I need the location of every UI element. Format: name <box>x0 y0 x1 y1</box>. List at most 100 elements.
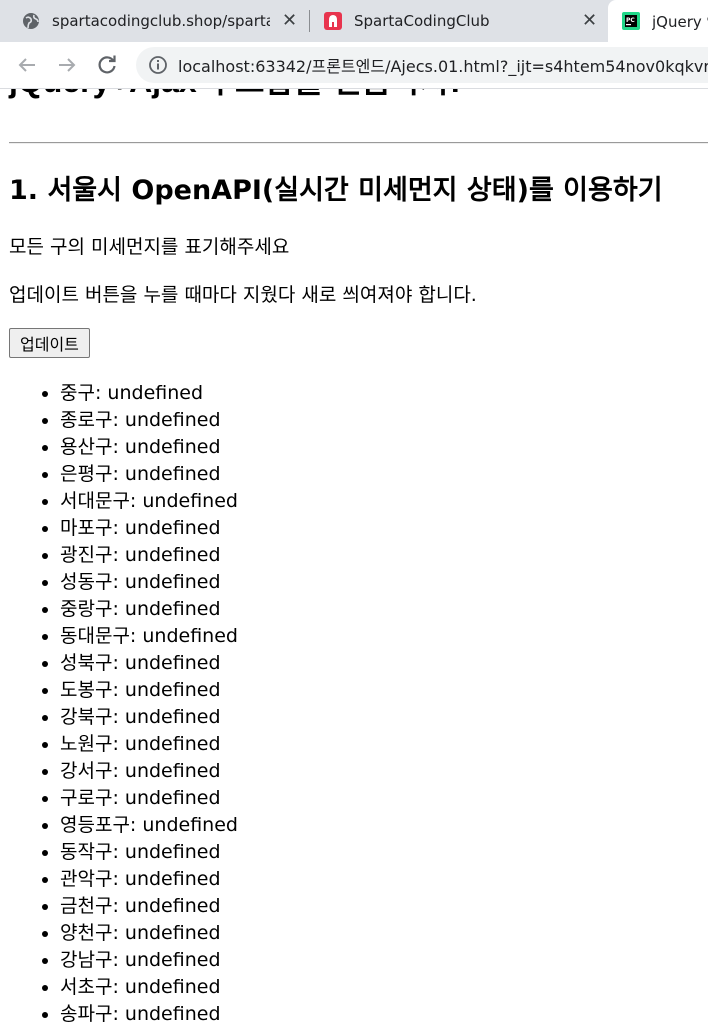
url-text: localhost:63342/프론트엔드/Ajecs.01.html?_ijt… <box>178 57 708 76</box>
district-value: undefined <box>124 409 221 431</box>
list-item: 노원구: undefined <box>60 731 238 758</box>
update-button[interactable]: 업데이트 <box>9 328 90 358</box>
site-info-icon[interactable] <box>148 55 168 75</box>
district-name: 성동구 <box>60 571 113 593</box>
list-item: 구로구: undefined <box>60 785 238 812</box>
district-name: 서초구 <box>60 976 113 998</box>
page-title: jQuery+Ajax의 조합을 연습하자! <box>9 89 461 101</box>
list-item: 영등포구: undefined <box>60 812 238 839</box>
district-name: 노원구 <box>60 733 113 755</box>
list-item: 중랑구: undefined <box>60 596 238 623</box>
district-name: 종로구 <box>60 409 113 431</box>
district-name: 강남구 <box>60 949 113 971</box>
tab-close-button[interactable]: ✕ <box>282 12 297 30</box>
tab-close-button[interactable]: ✕ <box>582 12 597 30</box>
tab-title: SpartaCodingClub <box>354 12 490 30</box>
forward-arrow-icon[interactable] <box>55 53 79 77</box>
list-item: 강서구: undefined <box>60 758 238 785</box>
district-value: undefined <box>124 760 221 782</box>
list-item: 관악구: undefined <box>60 866 238 893</box>
district-name: 금천구 <box>60 895 113 917</box>
district-value: undefined <box>142 814 238 836</box>
district-name: 은평구 <box>60 463 113 485</box>
district-value: undefined <box>124 895 221 917</box>
district-name: 용산구 <box>60 436 113 458</box>
district-value: undefined <box>124 949 221 971</box>
page-viewport: jQuery+Ajax의 조합을 연습하자! 1. 서울시 OpenAPI(실시… <box>0 89 708 1026</box>
tab-jquery-practice[interactable]: PC jQuery 연습 <box>608 0 708 42</box>
list-item: 성북구: undefined <box>60 650 238 677</box>
district-value: undefined <box>124 652 221 674</box>
list-item: 송파구: undefined <box>60 1001 238 1026</box>
district-value: undefined <box>124 868 221 890</box>
list-item: 동작구: undefined <box>60 839 238 866</box>
district-name: 성북구 <box>60 652 113 674</box>
tab-sparta-coding-club[interactable]: SpartaCodingClub ✕ <box>324 0 600 42</box>
list-item: 서초구: undefined <box>60 974 238 1001</box>
list-item: 강남구: undefined <box>60 947 238 974</box>
district-value: undefined <box>124 1003 221 1025</box>
district-name: 영등포구 <box>60 814 130 836</box>
address-bar[interactable]: localhost:63342/프론트엔드/Ajecs.01.html?_ijt… <box>136 47 708 83</box>
instruction-text: 모든 구의 미세먼지를 표기해주세요 <box>9 236 290 258</box>
district-value: undefined <box>124 436 221 458</box>
district-name: 송파구 <box>60 1003 113 1025</box>
section-title: 1. 서울시 OpenAPI(실시간 미세먼지 상태)를 이용하기 <box>9 175 663 206</box>
district-value: undefined <box>124 679 221 701</box>
list-item: 양천구: undefined <box>60 920 238 947</box>
district-value: undefined <box>142 625 238 647</box>
district-name: 양천구 <box>60 922 113 944</box>
instruction-text: 업데이트 버튼을 누를 때마다 지웠다 새로 씌여져야 합니다. <box>9 284 477 306</box>
district-value: undefined <box>124 517 221 539</box>
tab-separator <box>309 10 310 32</box>
list-item: 서대문구: undefined <box>60 488 238 515</box>
district-name: 마포구 <box>60 517 113 539</box>
browser-tab-strip: spartacodingclub.shop/sparta_api ✕ Spart… <box>0 0 708 42</box>
district-value: undefined <box>124 598 221 620</box>
list-item: 동대문구: undefined <box>60 623 238 650</box>
district-value: undefined <box>124 787 221 809</box>
district-name: 중구 <box>60 382 95 404</box>
list-item: 성동구: undefined <box>60 569 238 596</box>
district-value: undefined <box>107 382 204 404</box>
list-item: 은평구: undefined <box>60 461 238 488</box>
district-value: undefined <box>124 841 221 863</box>
list-item: 마포구: undefined <box>60 515 238 542</box>
district-value: undefined <box>124 544 221 566</box>
tab-sparta-api[interactable]: spartacodingclub.shop/sparta_api ✕ <box>22 0 302 42</box>
district-value: undefined <box>124 571 221 593</box>
district-name: 서대문구 <box>60 490 130 512</box>
district-value: undefined <box>124 706 221 728</box>
district-value: undefined <box>142 490 238 512</box>
district-name: 광진구 <box>60 544 113 566</box>
list-item: 강북구: undefined <box>60 704 238 731</box>
district-value: undefined <box>124 922 221 944</box>
district-name: 강북구 <box>60 706 113 728</box>
spartan-helmet-icon <box>324 12 342 30</box>
list-item: 용산구: undefined <box>60 434 238 461</box>
divider <box>9 142 708 144</box>
list-item: 광진구: undefined <box>60 542 238 569</box>
tab-title: spartacodingclub.shop/sparta_api <box>52 12 270 30</box>
back-arrow-icon[interactable] <box>15 53 39 77</box>
district-name: 도봉구 <box>60 679 113 701</box>
list-item: 중구: undefined <box>60 380 238 407</box>
list-item: 금천구: undefined <box>60 893 238 920</box>
district-value: undefined <box>124 463 221 485</box>
district-name: 중랑구 <box>60 598 113 620</box>
district-name: 구로구 <box>60 787 113 809</box>
district-value: undefined <box>124 733 221 755</box>
reload-icon[interactable] <box>95 53 119 77</box>
district-value: undefined <box>124 976 221 998</box>
list-item: 종로구: undefined <box>60 407 238 434</box>
district-name: 동대문구 <box>60 625 130 647</box>
district-name: 강서구 <box>60 760 113 782</box>
pycharm-icon: PC <box>622 12 640 30</box>
browser-toolbar: localhost:63342/프론트엔드/Ajecs.01.html?_ijt… <box>0 42 708 89</box>
district-dust-list: 중구: undefined종로구: undefined용산구: undefine… <box>60 380 238 1026</box>
globe-icon <box>23 13 39 29</box>
district-name: 동작구 <box>60 841 113 863</box>
district-name: 관악구 <box>60 868 113 890</box>
tab-title: jQuery 연습 <box>652 12 708 31</box>
list-item: 도봉구: undefined <box>60 677 238 704</box>
